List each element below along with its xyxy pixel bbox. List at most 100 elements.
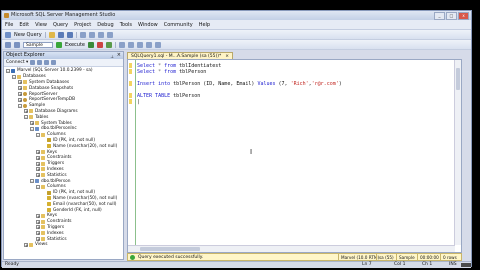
close-button[interactable]: x (458, 12, 469, 20)
change-marker (129, 69, 132, 74)
menu-edit[interactable]: Edit (19, 22, 29, 28)
collapse-icon[interactable]: - (6, 68, 10, 73)
code-token: tblPerson (176, 69, 207, 75)
code-token: tblPerson (ID, Name, Email) (170, 81, 258, 87)
expand-icon[interactable]: + (30, 121, 34, 126)
code-token: (7, (275, 81, 291, 87)
collapse-icon[interactable]: - (24, 115, 28, 120)
parse-icon[interactable] (106, 41, 112, 48)
query-status-bar: Query executed successfully. Marvel (10.… (127, 253, 462, 261)
menu-project[interactable]: Project (74, 22, 91, 28)
debug-icon[interactable] (88, 41, 94, 48)
collapse-icon[interactable]: - (12, 74, 16, 79)
menu-tools[interactable]: Tools (120, 22, 132, 28)
comment-icon[interactable] (146, 41, 152, 48)
toolbar-separator (115, 41, 116, 48)
maximize-button[interactable]: □ (446, 12, 457, 20)
horizontal-scrollbar[interactable] (128, 245, 455, 252)
expand-icon[interactable]: + (24, 109, 28, 114)
insert-mode: INS (449, 262, 457, 267)
expand-icon[interactable]: + (36, 219, 40, 224)
menu-community[interactable]: Community (164, 22, 193, 28)
results-to-file-icon[interactable] (137, 41, 143, 48)
database-dropdown[interactable]: Sample (23, 41, 53, 48)
scroll-thumb[interactable] (140, 247, 200, 251)
code-area[interactable]: Select * from tblIdentiatest Select * fro… (137, 63, 342, 105)
menu-query[interactable]: Query (53, 22, 68, 28)
new-query-icon[interactable] (5, 31, 11, 38)
expand-icon[interactable]: + (36, 231, 40, 236)
vertical-scrollbar[interactable] (454, 60, 461, 245)
menu-help[interactable]: Help (199, 22, 210, 28)
folder-icon (29, 115, 33, 120)
menu-file[interactable]: File (5, 22, 13, 28)
collapse-icon[interactable]: - (36, 132, 40, 137)
expand-icon[interactable]: + (36, 161, 40, 166)
results-to-text-icon[interactable] (119, 41, 125, 48)
tree-node-label: dbo.tblPerson (41, 178, 71, 184)
col-icon (47, 208, 51, 213)
code-line[interactable]: | (137, 99, 342, 105)
expand-icon[interactable]: + (18, 86, 22, 91)
editor-gutter (128, 60, 136, 252)
expand-icon[interactable]: + (24, 242, 28, 247)
scroll-thumb[interactable] (456, 68, 460, 90)
menu-view[interactable]: View (35, 22, 47, 28)
collapse-icon[interactable]: - (30, 179, 34, 184)
query-editor[interactable]: Select * from tblIdentiatest Select * fro… (127, 59, 462, 253)
disconnect-icon[interactable] (30, 60, 36, 65)
tree-node-label: Columns (47, 132, 66, 138)
connect-icon[interactable] (5, 41, 11, 48)
db-icon (23, 92, 27, 97)
object-explorer-header: Object Explorer ⊥ × (4, 52, 123, 59)
collapse-icon[interactable]: - (30, 126, 34, 131)
db-icon (23, 103, 27, 108)
expand-icon[interactable]: + (36, 155, 40, 160)
code-line[interactable]: Insert into tblPerson (ID, Name, Email) … (137, 81, 342, 87)
menu-bar: File Edit View Query Project Debug Tools… (2, 20, 471, 30)
expand-icon[interactable]: + (36, 150, 40, 155)
tree-node[interactable]: + Views (4, 242, 123, 248)
execute-button[interactable]: Execute (65, 42, 85, 48)
change-marker (129, 93, 132, 98)
open-file-icon[interactable] (48, 31, 55, 38)
connect-dropdown[interactable]: Connect ▾ (6, 60, 28, 65)
tree-node-label: Triggers (47, 224, 65, 230)
folder-icon (17, 74, 21, 79)
expand-icon[interactable]: + (36, 173, 40, 178)
registered-servers-icon[interactable] (79, 31, 86, 38)
expand-icon[interactable]: + (36, 225, 40, 230)
menu-debug[interactable]: Debug (97, 22, 113, 28)
object-explorer-panel: Object Explorer ⊥ × Connect ▾ - Marvel (S… (3, 51, 124, 260)
indent-icon[interactable] (155, 41, 161, 48)
expand-icon[interactable]: + (36, 167, 40, 172)
properties-icon[interactable] (97, 31, 104, 38)
save-icon[interactable] (57, 31, 64, 38)
expand-icon[interactable]: + (18, 80, 22, 85)
execute-icon[interactable] (56, 41, 62, 48)
stop-icon[interactable] (37, 60, 43, 65)
collapse-icon[interactable]: - (36, 184, 40, 189)
collapse-icon[interactable]: - (18, 103, 22, 108)
code-token: from (164, 69, 177, 75)
close-panel-icon[interactable]: × (117, 52, 121, 59)
results-to-grid-icon[interactable] (128, 41, 134, 48)
expand-icon[interactable]: + (18, 92, 22, 97)
save-all-icon[interactable] (66, 31, 73, 38)
filter-icon[interactable] (44, 60, 50, 65)
menu-window[interactable]: Window (138, 22, 158, 28)
expand-icon[interactable]: + (18, 97, 22, 102)
pin-icon[interactable]: ⊥ (111, 53, 114, 60)
refresh-icon[interactable] (51, 60, 57, 65)
toolbox-icon[interactable] (106, 31, 113, 38)
new-query-button[interactable]: New Query (14, 32, 42, 38)
change-connection-icon[interactable] (14, 41, 20, 48)
cancel-query-icon[interactable] (97, 41, 103, 48)
window-controls: _ □ x (434, 12, 469, 20)
object-explorer-icon[interactable] (88, 31, 95, 38)
expand-icon[interactable]: + (36, 213, 40, 218)
minimize-button[interactable]: _ (434, 12, 445, 20)
code-token: ) (338, 81, 342, 87)
expand-icon[interactable]: + (36, 237, 40, 242)
